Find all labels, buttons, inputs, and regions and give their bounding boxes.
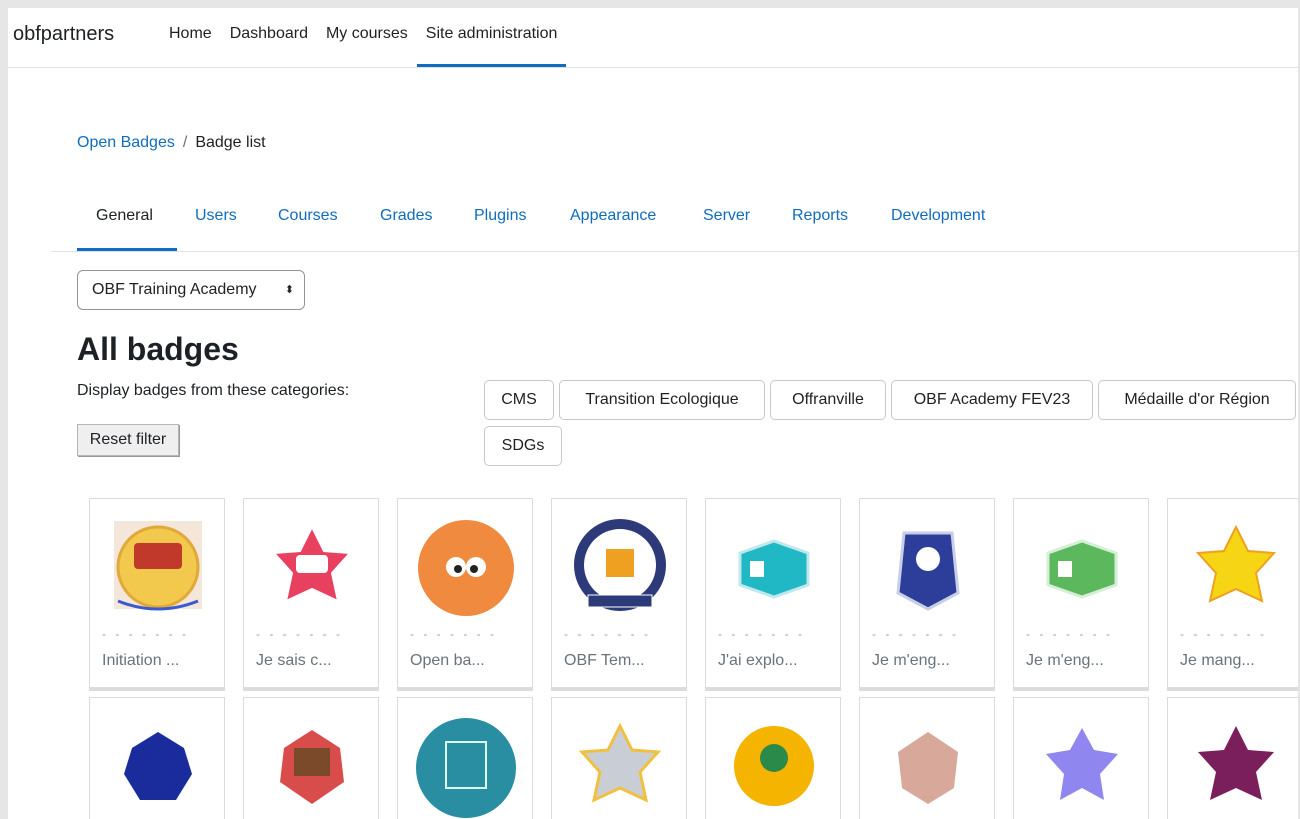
category-offranville[interactable]: Offranville (770, 380, 886, 420)
tab-development[interactable]: Development (891, 207, 985, 225)
badge-image (734, 726, 814, 806)
badge-name: OBF Tem... (564, 652, 645, 669)
admin-tabs: General Users Courses Grades Plugins App… (51, 198, 1298, 252)
badge-name: J'ai explo... (718, 652, 798, 669)
badge-image (1046, 539, 1118, 599)
badge-card[interactable] (551, 697, 687, 819)
badge-image (1046, 728, 1118, 800)
tab-appearance[interactable]: Appearance (570, 207, 656, 225)
badge-card[interactable]: - - - - - - - Je sais c... (243, 498, 379, 691)
badge-image (578, 722, 662, 803)
badge-name: Je m'eng... (872, 652, 950, 669)
badge-card[interactable]: - - - - - - - Je m'eng... (1013, 498, 1149, 691)
category-medaille-or-region[interactable]: Médaille d'or Région (1098, 380, 1296, 420)
select-caret-icon: ⬍ (284, 284, 294, 296)
nav-dashboard[interactable]: Dashboard (221, 8, 317, 67)
category-sdgs[interactable]: SDGs (484, 426, 562, 466)
category-transition-ecologique[interactable]: Transition Ecologique (559, 380, 765, 420)
breadcrumb: Open Badges / Badge list (77, 134, 266, 152)
badge-dashes: - - - - - - - (410, 627, 497, 641)
badge-image (271, 524, 353, 603)
badge-image (418, 520, 514, 616)
badge-dashes: - - - - - - - (1026, 627, 1113, 641)
page-title: All badges (77, 331, 239, 367)
badge-dashes: - - - - - - - (564, 627, 651, 641)
badge-image (738, 539, 810, 599)
badge-name: Je m'eng... (1026, 652, 1104, 669)
badge-card[interactable] (859, 697, 995, 819)
issuer-select[interactable]: OBF Training Academy ⬍ (77, 270, 305, 310)
badge-name: Initiation ... (102, 652, 180, 669)
badge-dashes: - - - - - - - (1180, 627, 1267, 641)
badge-card[interactable]: - - - - - - - Je mang... (1167, 498, 1298, 691)
badge-card[interactable]: - - - - - - - Open ba... (397, 498, 533, 691)
badge-image (898, 732, 958, 804)
badge-image (1198, 726, 1274, 800)
badge-image (416, 718, 516, 818)
tab-reports[interactable]: Reports (792, 207, 848, 225)
breadcrumb-separator: / (182, 134, 188, 151)
badge-image (280, 730, 344, 804)
badge-card[interactable] (1167, 697, 1298, 819)
badge-image (124, 732, 192, 800)
nav-home[interactable]: Home (160, 8, 221, 67)
category-cms[interactable]: CMS (484, 380, 554, 420)
badge-image (1195, 524, 1277, 603)
breadcrumb-current: Badge list (195, 134, 266, 151)
badge-name: Je mang... (1180, 652, 1255, 669)
primary-nav: Home Dashboard My courses Site administr… (160, 8, 567, 67)
reset-filter-button[interactable]: Reset filter (77, 424, 179, 456)
active-tab-indicator (77, 248, 177, 251)
badge-card[interactable] (705, 697, 841, 819)
badge-card[interactable]: - - - - - - - OBF Tem... (551, 498, 687, 691)
badge-name: Open ba... (410, 652, 485, 669)
badge-card[interactable]: - - - - - - - Initiation ... (89, 498, 225, 691)
tab-grades[interactable]: Grades (380, 207, 432, 225)
tab-server[interactable]: Server (703, 207, 750, 225)
badge-image (574, 519, 666, 611)
filter-label: Display badges from these categories: (77, 382, 350, 399)
site-brand[interactable]: obfpartners (13, 23, 114, 46)
badge-dashes: - - - - - - - (718, 627, 805, 641)
badge-image (896, 531, 960, 611)
page-frame: obfpartners Home Dashboard My courses Si… (8, 8, 1298, 819)
tab-users[interactable]: Users (195, 207, 237, 225)
badge-name: Je sais c... (256, 652, 332, 669)
tab-courses[interactable]: Courses (278, 207, 338, 225)
category-obf-academy-fev23[interactable]: OBF Academy FEV23 (891, 380, 1093, 420)
nav-site-administration[interactable]: Site administration (416, 8, 567, 67)
badge-card[interactable] (397, 697, 533, 819)
nav-my-courses[interactable]: My courses (317, 8, 417, 67)
badge-dashes: - - - - - - - (256, 627, 343, 641)
tab-plugins[interactable]: Plugins (474, 207, 526, 225)
issuer-select-value: OBF Training Academy (92, 281, 257, 298)
badge-dashes: - - - - - - - (102, 627, 189, 641)
badge-card[interactable]: - - - - - - - Je m'eng... (859, 498, 995, 691)
badge-card[interactable]: - - - - - - - J'ai explo... (705, 498, 841, 691)
badge-card[interactable] (89, 697, 225, 819)
badge-card[interactable] (1013, 697, 1149, 819)
badge-card[interactable] (243, 697, 379, 819)
tab-general[interactable]: General (96, 207, 153, 225)
badge-image (114, 521, 202, 611)
top-navbar: obfpartners Home Dashboard My courses Si… (8, 8, 1298, 68)
badge-dashes: - - - - - - - (872, 627, 959, 641)
breadcrumb-open-badges[interactable]: Open Badges (77, 134, 175, 151)
